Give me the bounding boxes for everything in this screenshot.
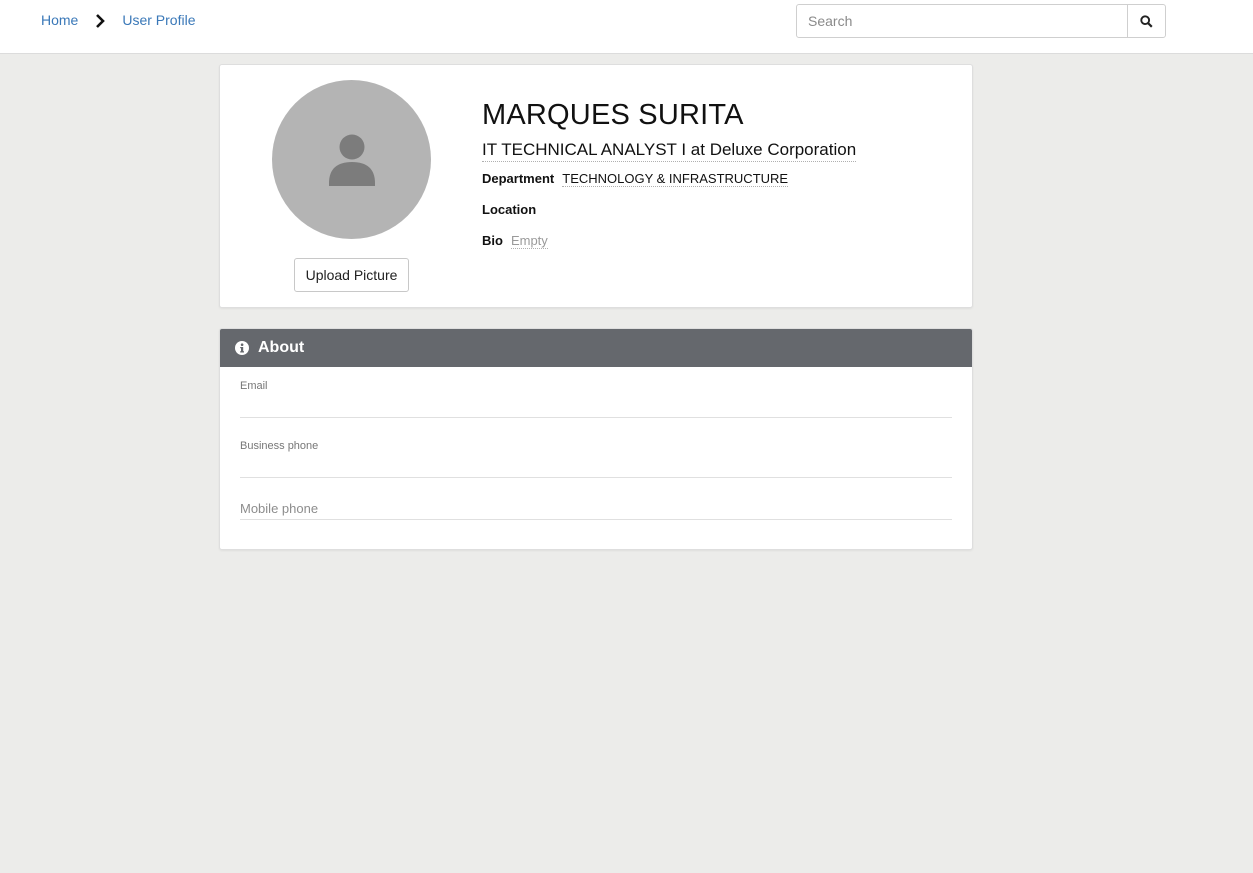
about-card: About Email Business phone Mobile phone (219, 328, 973, 550)
email-label: Email (240, 380, 268, 392)
profile-card: Upload Picture MARQUES SURITA IT TECHNIC… (219, 64, 973, 308)
business-phone-field[interactable]: Business phone (240, 440, 952, 478)
mobile-phone-field[interactable]: Mobile phone (240, 500, 952, 520)
search-button[interactable] (1127, 5, 1165, 37)
location-row: Location (482, 202, 856, 224)
breadcrumb-home-link[interactable]: Home (41, 12, 78, 28)
breadcrumb: Home User Profile (41, 12, 196, 29)
profile-job-title[interactable]: IT TECHNICAL ANALYST I at Deluxe Corpora… (482, 140, 857, 162)
profile-name: MARQUES SURITA (482, 99, 744, 131)
department-value[interactable]: TECHNOLOGY & INFRASTRUCTURE (562, 171, 789, 187)
bio-value[interactable]: Empty (510, 233, 548, 249)
info-icon (235, 341, 249, 355)
email-field[interactable]: Email (240, 380, 952, 418)
business-phone-value[interactable] (240, 452, 952, 475)
department-label: Department (482, 171, 555, 186)
chevron-right-icon (78, 12, 122, 29)
search-input[interactable] (797, 5, 1127, 37)
business-phone-label: Business phone (240, 440, 319, 452)
bio-label: Bio (482, 233, 503, 248)
upload-picture-button[interactable]: Upload Picture (294, 258, 409, 292)
department-row: Department TECHNOLOGY & INFRASTRUCTURE (482, 171, 856, 193)
search-box (796, 4, 1166, 38)
breadcrumb-user-profile-link[interactable]: User Profile (122, 12, 195, 28)
top-bar: Home User Profile (0, 0, 1253, 54)
profile-info: MARQUES SURITA IT TECHNICAL ANALYST I at… (482, 99, 857, 255)
about-heading: About (258, 339, 305, 356)
search-icon (1140, 14, 1153, 28)
about-header: About (220, 329, 972, 367)
user-placeholder-icon (328, 134, 375, 186)
location-label: Location (482, 202, 537, 217)
avatar (272, 80, 431, 239)
about-body: Email Business phone Mobile phone (220, 367, 972, 520)
mobile-phone-placeholder: Mobile phone (240, 501, 319, 516)
bio-row: Bio Empty (482, 233, 856, 255)
email-value[interactable] (240, 392, 952, 415)
